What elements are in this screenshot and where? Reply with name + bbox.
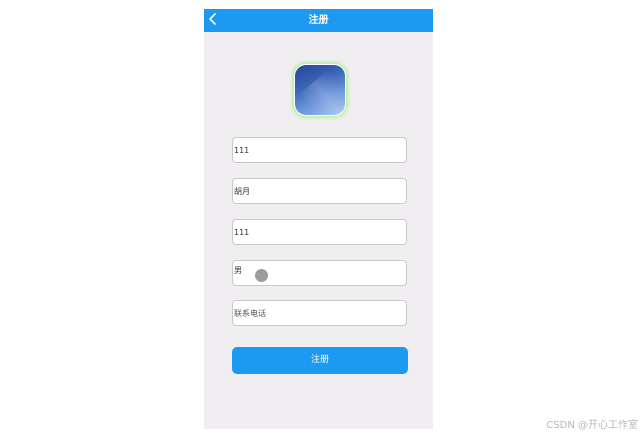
watermark: CSDN @开心工作室 xyxy=(546,420,638,431)
page-title: 注册 xyxy=(308,15,329,26)
avatar-frame[interactable] xyxy=(294,64,346,116)
name-field[interactable] xyxy=(232,178,407,204)
avatar[interactable] xyxy=(295,65,345,115)
chevron-left-icon xyxy=(209,13,216,25)
password-field[interactable] xyxy=(232,219,407,245)
register-button[interactable]: 注册 xyxy=(232,347,408,374)
touch-indicator xyxy=(255,269,268,282)
page: 注册 注册 CSDN @开心工作室 xyxy=(0,0,644,435)
username-field[interactable] xyxy=(232,137,407,163)
app-screen: 注册 注册 xyxy=(204,9,433,429)
phone-field[interactable] xyxy=(232,300,407,326)
title-bar: 注册 xyxy=(204,9,433,32)
back-button[interactable] xyxy=(206,10,222,30)
